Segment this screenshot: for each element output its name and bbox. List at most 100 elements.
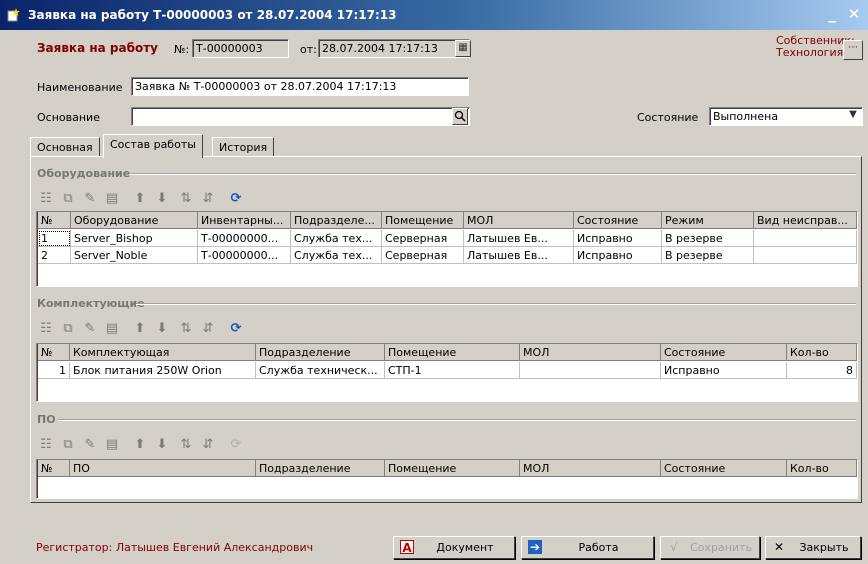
owner-select-icon[interactable]: ⋯: [843, 40, 863, 60]
table-cell[interactable]: Служба тех...: [291, 247, 382, 264]
section-divider: [129, 173, 856, 175]
close-icon: ✕: [773, 540, 785, 554]
title-bar[interactable]: Заявка на работу Т-00000003 от 28.07.200…: [0, 0, 868, 30]
column-header[interactable]: Режим: [662, 212, 754, 229]
table-cell[interactable]: Блок питания 250W Orion: [70, 362, 256, 379]
document-button[interactable]: A Документ: [393, 536, 515, 559]
section-divider: [58, 419, 856, 421]
column-header[interactable]: №: [38, 212, 71, 229]
column-header[interactable]: ПО: [70, 460, 256, 477]
minimize-button[interactable]: _: [822, 4, 842, 24]
tab-history[interactable]: История: [212, 137, 275, 157]
table-cell[interactable]: 8: [787, 362, 857, 379]
sort-asc-icon[interactable]: ⇅: [177, 190, 195, 208]
sort-desc-icon[interactable]: ⇵: [199, 436, 217, 454]
column-header[interactable]: Комплектующая: [70, 344, 256, 361]
table-cell[interactable]: [754, 247, 857, 264]
table-cell[interactable]: Латышев Ев...: [464, 247, 574, 264]
column-header[interactable]: №: [38, 344, 70, 361]
table-cell[interactable]: Исправно: [574, 247, 662, 264]
refresh-icon[interactable]: ⟳: [227, 436, 245, 454]
owner-value: Технология: [776, 46, 844, 59]
column-header[interactable]: МОЛ: [520, 344, 661, 361]
number-field[interactable]: Т-00000003: [192, 39, 289, 58]
column-header[interactable]: Помещение: [385, 344, 520, 361]
column-header[interactable]: МОЛ: [520, 460, 661, 477]
name-field[interactable]: Заявка № Т-00000003 от 28.07.2004 17:17:…: [131, 77, 469, 96]
delete-row-icon[interactable]: ▤: [103, 436, 121, 454]
column-header[interactable]: Подразделе...: [291, 212, 382, 229]
copy-row-icon[interactable]: ⧉: [59, 190, 77, 208]
table-cell[interactable]: Server_Noble: [71, 247, 198, 264]
search-icon[interactable]: [452, 108, 468, 125]
table-cell[interactable]: [754, 230, 857, 247]
table-cell[interactable]: Исправно: [574, 230, 662, 247]
sort-desc-icon[interactable]: ⇵: [199, 320, 217, 338]
table-cell[interactable]: 2: [38, 247, 71, 264]
move-down-icon[interactable]: ⬇: [153, 320, 171, 338]
column-header[interactable]: Помещение: [385, 460, 520, 477]
edit-row-icon[interactable]: ✎: [81, 320, 99, 338]
table-cell[interactable]: [520, 362, 661, 379]
add-row-icon[interactable]: ☷: [37, 436, 55, 454]
edit-row-icon[interactable]: ✎: [81, 436, 99, 454]
close-button[interactable]: ✕ Закрыть: [765, 536, 861, 559]
table-cell[interactable]: 1: [38, 362, 70, 379]
add-row-icon[interactable]: ☷: [37, 320, 55, 338]
tab-main[interactable]: Основная: [30, 137, 100, 157]
refresh-icon[interactable]: ⟳: [227, 320, 245, 338]
table-cell[interactable]: Т-00000000...: [198, 247, 291, 264]
column-header[interactable]: Кол-во: [787, 344, 857, 361]
column-header[interactable]: Помещение: [382, 212, 464, 229]
column-header[interactable]: Кол-во: [787, 460, 857, 477]
move-down-icon[interactable]: ⬇: [153, 190, 171, 208]
work-button[interactable]: ➔ Работа: [521, 536, 654, 559]
table-cell[interactable]: Служба техническ...: [256, 362, 385, 379]
move-up-icon[interactable]: ⬆: [131, 436, 149, 454]
move-up-icon[interactable]: ⬆: [131, 320, 149, 338]
column-header[interactable]: Вид неисправ...: [754, 212, 857, 229]
table-cell[interactable]: Server_Bishop: [71, 230, 198, 247]
column-header[interactable]: Инвентарны...: [198, 212, 291, 229]
delete-row-icon[interactable]: ▤: [103, 190, 121, 208]
column-header[interactable]: Подразделение: [256, 344, 385, 361]
column-header[interactable]: Оборудование: [71, 212, 198, 229]
name-label: Наименование: [37, 81, 123, 94]
move-down-icon[interactable]: ⬇: [153, 436, 171, 454]
table-cell[interactable]: В резерве: [662, 230, 754, 247]
table-cell[interactable]: Исправно: [661, 362, 787, 379]
edit-row-icon[interactable]: ✎: [81, 190, 99, 208]
document-red-icon: A: [400, 540, 414, 555]
chevron-down-icon[interactable]: ▼: [845, 108, 861, 125]
delete-row-icon[interactable]: ▤: [103, 320, 121, 338]
sort-asc-icon[interactable]: ⇅: [177, 320, 195, 338]
table-cell[interactable]: Т-00000000...: [198, 230, 291, 247]
close-window-button[interactable]: ✕: [844, 4, 864, 24]
table-cell[interactable]: Серверная: [382, 247, 464, 264]
table-cell[interactable]: СТП-1: [385, 362, 520, 379]
add-row-icon[interactable]: ☷: [37, 190, 55, 208]
calendar-icon[interactable]: ▦: [455, 40, 471, 57]
table-cell[interactable]: Латышев Ев...: [464, 230, 574, 247]
refresh-icon[interactable]: ⟳: [227, 190, 245, 208]
move-up-icon[interactable]: ⬆: [131, 190, 149, 208]
date-field[interactable]: 28.07.2004 17:17:13: [318, 39, 470, 58]
column-header[interactable]: МОЛ: [464, 212, 574, 229]
basis-field[interactable]: [131, 107, 470, 126]
table-cell[interactable]: В резерве: [662, 247, 754, 264]
tab-work-composition[interactable]: Состав работы: [103, 134, 203, 158]
sort-asc-icon[interactable]: ⇅: [177, 436, 195, 454]
sort-desc-icon[interactable]: ⇵: [199, 190, 217, 208]
column-header[interactable]: Состояние: [574, 212, 662, 229]
copy-row-icon[interactable]: ⧉: [59, 436, 77, 454]
table-cell[interactable]: Серверная: [382, 230, 464, 247]
save-button[interactable]: √ Сохранить: [660, 536, 760, 559]
column-header[interactable]: Подразделение: [256, 460, 385, 477]
column-header[interactable]: Состояние: [661, 344, 787, 361]
table-cell[interactable]: Служба тех...: [291, 230, 382, 247]
column-header[interactable]: №: [38, 460, 70, 477]
table-cell[interactable]: 1: [38, 230, 71, 247]
copy-row-icon[interactable]: ⧉: [59, 320, 77, 338]
column-header[interactable]: Состояние: [661, 460, 787, 477]
state-select[interactable]: Выполнена: [709, 107, 863, 126]
